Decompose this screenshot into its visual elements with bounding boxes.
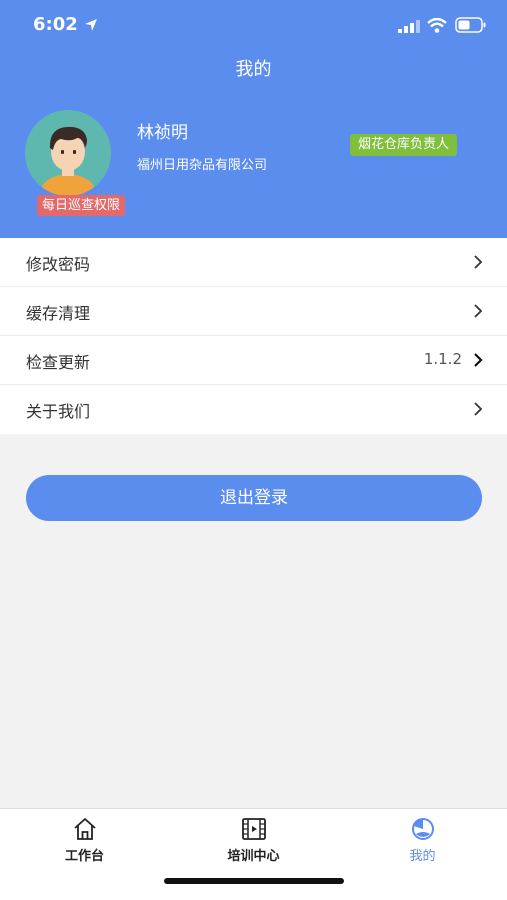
tab-workbench[interactable]: 工作台: [0, 809, 169, 869]
role-badge: 烟花仓库负责人: [350, 134, 458, 156]
status-time: 6:02: [33, 14, 78, 35]
cellular-signal-icon: [398, 20, 420, 33]
location-arrow-icon: [85, 19, 97, 31]
menu-item-check-update[interactable]: 检查更新 1.1.2: [0, 336, 507, 385]
chevron-right-icon: [474, 402, 483, 416]
profile-header: 6:02 我的 林祯明 福州日用杂品有限公司 烟花仓库负责人 每日巡查权限: [0, 0, 507, 238]
logout-button[interactable]: 退出登录: [26, 475, 482, 521]
page-title: 我的: [235, 59, 272, 80]
menu-item-label: 缓存清理: [26, 304, 91, 323]
home-indicator: [164, 878, 344, 884]
chevron-right-icon: [474, 353, 483, 367]
wifi-icon: [427, 18, 447, 33]
company-name: 福州日用杂品有限公司: [137, 158, 268, 173]
home-icon: [74, 818, 96, 840]
menu-item-about-us[interactable]: 关于我们: [0, 385, 507, 434]
tab-mine[interactable]: 我的: [338, 809, 507, 869]
tab-label: 我的: [409, 849, 436, 864]
permission-badge: 每日巡查权限: [37, 195, 126, 216]
menu-item-change-password[interactable]: 修改密码: [0, 238, 507, 287]
chevron-right-icon: [474, 304, 483, 318]
menu-item-label: 修改密码: [26, 255, 91, 274]
menu-item-clear-cache[interactable]: 缓存清理: [0, 287, 507, 336]
profile-icon: [412, 818, 434, 840]
status-bar: 6:02: [0, 0, 507, 52]
menu-item-label: 检查更新: [26, 353, 91, 372]
tab-label: 培训中心: [227, 849, 280, 864]
settings-menu: 修改密码 缓存清理 检查更新 1.1.2 关于我们: [0, 238, 507, 434]
menu-item-label: 关于我们: [26, 402, 91, 421]
battery-icon: [455, 17, 486, 33]
user-name: 林祯明: [137, 123, 188, 143]
tab-training-center[interactable]: 培训中心: [169, 809, 338, 869]
avatar[interactable]: [25, 110, 111, 196]
tab-label: 工作台: [64, 849, 104, 864]
video-film-icon: [242, 818, 266, 840]
version-value: 1.1.2: [423, 350, 462, 368]
chevron-right-icon: [474, 255, 483, 269]
tab-bar: 工作台 培训中心 我的: [0, 808, 507, 900]
